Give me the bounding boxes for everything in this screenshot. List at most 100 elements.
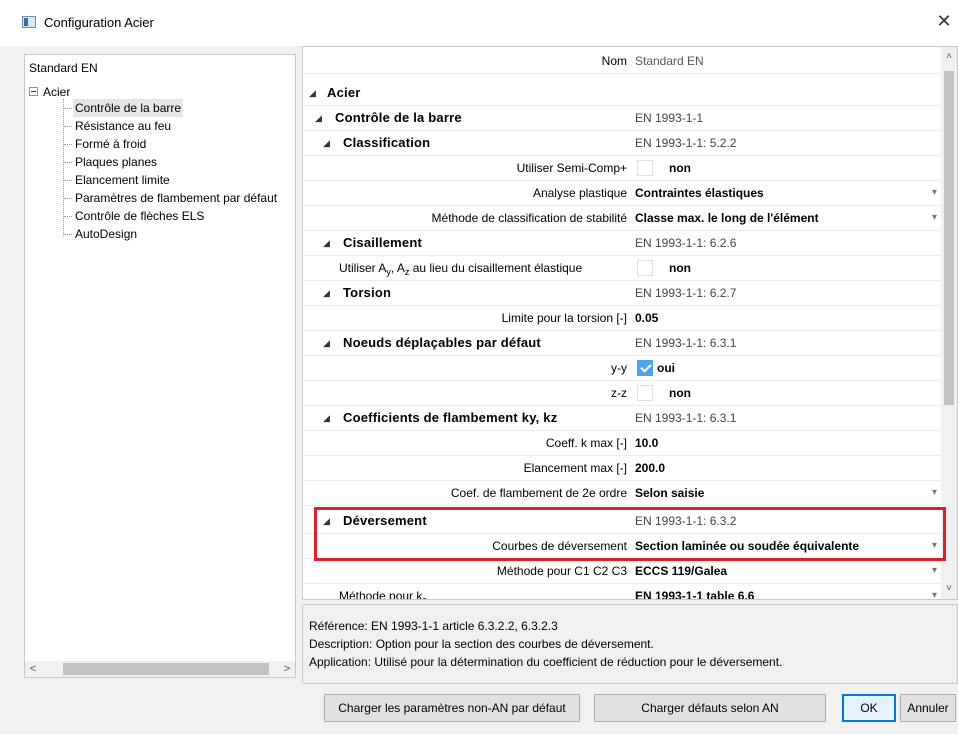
- kmax-value[interactable]: 10.0: [633, 431, 941, 455]
- chevron-down-icon[interactable]: ▾: [932, 559, 937, 583]
- grid-row-methode-k: Méthode pour kc EN 1993-1-1 table 6.6 ▾: [303, 584, 941, 600]
- chevron-down-icon[interactable]: ▾: [932, 181, 937, 205]
- collapse-icon[interactable]: [29, 87, 38, 96]
- ok-button[interactable]: OK: [842, 694, 896, 722]
- group-cisaillement[interactable]: ◢ Cisaillement EN 1993-1-1: 6.2.6: [303, 231, 941, 256]
- scroll-down-icon[interactable]: ˅: [941, 581, 957, 597]
- methode-class-dropdown[interactable]: Classe max. le long de l'élément ▾: [633, 206, 941, 230]
- tree-item-plaques-planes[interactable]: Plaques planes: [73, 153, 159, 171]
- tree-item-elancement-limite[interactable]: Elancement limite: [73, 171, 172, 189]
- title-bar: Configuration Acier ✕: [0, 0, 958, 46]
- description-panel: Référence: EN 1993-1-1 article 6.3.2.2, …: [302, 604, 958, 684]
- chevron-down-icon[interactable]: ▾: [932, 584, 937, 599]
- limite-torsion-value[interactable]: 0.05: [633, 306, 941, 330]
- utiliser-a-prefix: Utiliser A: [339, 261, 387, 275]
- tree-connector: [64, 108, 72, 109]
- group-coefficients[interactable]: ◢ Coefficients de flambement ky, kz EN 1…: [303, 406, 941, 431]
- group-noeuds-ref: EN 1993-1-1: 6.3.1: [635, 336, 737, 350]
- tree-item-controle-barre[interactable]: Contrôle de la barre: [73, 99, 184, 117]
- utiliser-a-suffix: au lieu du cisaillement élastique: [409, 261, 583, 275]
- scroll-right-icon[interactable]: >: [279, 661, 295, 677]
- nom-value[interactable]: Standard EN: [633, 49, 941, 73]
- cancel-button[interactable]: Annuler: [900, 694, 956, 722]
- grid-row-coef2: Coef. de flambement de 2e ordre Selon sa…: [303, 481, 941, 506]
- description-application: Application: Utilisé pour la déterminati…: [309, 655, 783, 669]
- yy-label: y-y: [611, 361, 627, 375]
- group-acier[interactable]: ◢ Acier: [303, 81, 941, 106]
- group-classification-label: Classification: [343, 135, 431, 150]
- load-an-button[interactable]: Charger défauts selon AN: [594, 694, 826, 722]
- methode-c-value: ECCS 119/Galea: [635, 564, 728, 578]
- tree-connector: [64, 198, 72, 199]
- group-controle-ref: EN 1993-1-1: [635, 111, 704, 125]
- tree-item-controle-fleches[interactable]: Contrôle de flèches ELS: [73, 207, 206, 225]
- methode-c-label: Méthode pour C1 C2 C3: [496, 564, 627, 578]
- grid-row-yy: y-y oui: [303, 356, 941, 381]
- group-cisaillement-label: Cisaillement: [343, 235, 422, 250]
- group-classification[interactable]: ◢ Classification EN 1993-1-1: 5.2.2: [303, 131, 941, 156]
- yy-text: oui: [657, 361, 675, 375]
- dialog-body: Standard EN Acier Contrôle de la barre R…: [0, 46, 958, 734]
- group-classification-ref: EN 1993-1-1: 5.2.2: [635, 136, 737, 150]
- limite-torsion-label: Limite pour la torsion [-]: [501, 311, 627, 325]
- subscript-z: z: [404, 267, 410, 277]
- tree-item-autodesign[interactable]: AutoDesign: [73, 225, 139, 243]
- analyse-value: Contraintes élastiques: [635, 186, 764, 200]
- tree-item-parametres-flambement[interactable]: Paramètres de flambement par défaut: [73, 189, 279, 207]
- tree-root[interactable]: Standard EN: [29, 59, 98, 77]
- highlight-box: [314, 507, 946, 561]
- scroll-left-icon[interactable]: <: [25, 661, 41, 677]
- elancement-value[interactable]: 200.0: [633, 456, 941, 480]
- group-torsion[interactable]: ◢ Torsion EN 1993-1-1: 6.2.7: [303, 281, 941, 306]
- grid-row-kmax: Coeff. k max [-] 10.0: [303, 431, 941, 456]
- group-coefficients-ref: EN 1993-1-1: 6.3.1: [635, 411, 737, 425]
- kmax-label: Coeff. k max [-]: [545, 436, 627, 450]
- grid-row-elancement: Elancement max [-] 200.0: [303, 456, 941, 481]
- horizontal-scrollbar[interactable]: < >: [25, 661, 295, 677]
- semi-comp-value[interactable]: non: [633, 156, 941, 180]
- methode-c-dropdown[interactable]: ECCS 119/Galea ▾: [633, 559, 941, 583]
- close-icon[interactable]: ✕: [934, 12, 954, 32]
- description-text: Description: Option pour la section des …: [309, 637, 654, 651]
- tree-item-resistance-feu[interactable]: Résistance au feu: [73, 117, 173, 135]
- analyse-dropdown[interactable]: Contraintes élastiques ▾: [633, 181, 941, 205]
- coef2-value: Selon saisie: [635, 486, 705, 500]
- scrollbar-thumb[interactable]: [944, 71, 954, 405]
- utiliser-a-value[interactable]: non: [633, 256, 941, 280]
- load-non-an-button[interactable]: Charger les paramètres non-AN par défaut: [324, 694, 580, 722]
- utiliser-a-sep: , A: [390, 261, 405, 275]
- group-torsion-label: Torsion: [343, 285, 392, 300]
- zz-value[interactable]: non: [633, 381, 941, 405]
- grid-row-methode-c: Méthode pour C1 C2 C3 ECCS 119/Galea ▾: [303, 559, 941, 584]
- group-controle-label: Contrôle de la barre: [335, 110, 462, 125]
- tree-node-acier[interactable]: Acier: [43, 83, 70, 101]
- methode-k-prefix: Méthode pour k: [339, 589, 423, 600]
- methode-k-dropdown[interactable]: EN 1993-1-1 table 6.6 ▾: [633, 584, 941, 600]
- chevron-down-icon[interactable]: ▾: [932, 481, 937, 505]
- zz-label: z-z: [611, 386, 627, 400]
- grid-row-methode-class: Méthode de classification de stabilité C…: [303, 206, 941, 231]
- coef2-label: Coef. de flambement de 2e ordre: [450, 486, 627, 500]
- group-cisaillement-ref: EN 1993-1-1: 6.2.6: [635, 236, 737, 250]
- methode-k-value: EN 1993-1-1 table 6.6: [635, 589, 755, 600]
- grid-row-zz: z-z non: [303, 381, 941, 406]
- yy-value[interactable]: oui: [633, 356, 941, 380]
- subscript-y: y: [386, 267, 391, 277]
- methode-k-label: Méthode pour kc: [303, 584, 631, 600]
- scroll-up-icon[interactable]: ˄: [941, 49, 957, 65]
- yy-checkbox[interactable]: [637, 359, 653, 376]
- group-noeuds[interactable]: ◢ Noeuds déplaçables par défaut EN 1993-…: [303, 331, 941, 356]
- group-controle-barre[interactable]: ◢ Contrôle de la barre EN 1993-1-1: [303, 106, 941, 131]
- group-torsion-ref: EN 1993-1-1: 6.2.7: [635, 286, 737, 300]
- zz-checkbox[interactable]: [637, 384, 653, 401]
- scrollbar-thumb[interactable]: [63, 663, 269, 675]
- group-coefficients-label: Coefficients de flambement ky, kz: [343, 410, 558, 425]
- grid-row-nom: Nom Standard EN: [303, 49, 941, 74]
- subscript-c: c: [422, 595, 427, 600]
- semi-comp-checkbox[interactable]: [637, 159, 653, 176]
- coef2-dropdown[interactable]: Selon saisie ▾: [633, 481, 941, 505]
- utiliser-a-checkbox[interactable]: [637, 259, 653, 276]
- chevron-down-icon[interactable]: ▾: [932, 206, 937, 230]
- utiliser-a-label: Utiliser Ay, Az au lieu du cisaillement …: [303, 256, 631, 280]
- tree-item-forme-froid[interactable]: Formé à froid: [73, 135, 148, 153]
